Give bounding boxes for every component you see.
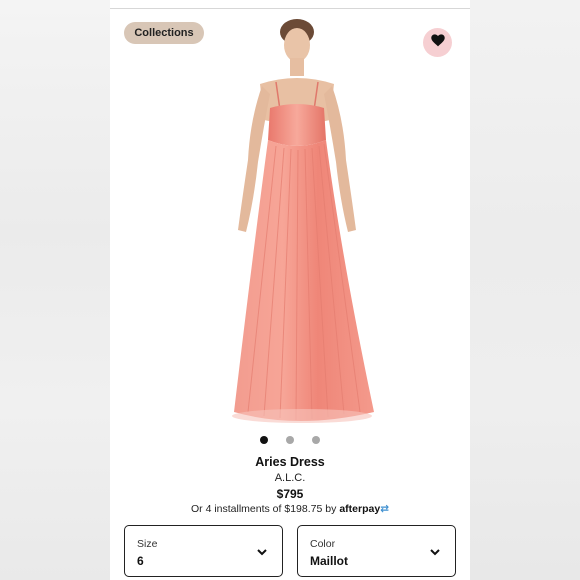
heart-icon — [430, 33, 445, 52]
chevron-down-icon — [256, 545, 268, 557]
product-price: $795 — [276, 487, 304, 501]
afterpay-wordmark: afterpay — [339, 503, 381, 515]
product-brand[interactable]: A.L.C. — [110, 472, 470, 484]
afterpay-logo[interactable]: afterpay⇄ — [339, 503, 389, 515]
carousel-dot[interactable] — [260, 436, 268, 444]
background-right — [470, 0, 580, 580]
product-image[interactable] — [130, 10, 450, 430]
background-left — [0, 0, 110, 580]
carousel-dots — [110, 436, 470, 446]
product-title: Aries Dress — [255, 455, 325, 469]
favorite-button[interactable] — [423, 28, 452, 57]
dress-illustration — [232, 19, 374, 423]
installments-text: Or 4 installments of $198.75 by — [190, 503, 337, 515]
carousel-dot[interactable] — [312, 436, 320, 444]
afterpay-installments: Or 4 installments of $198.75 by afterpay… — [110, 503, 470, 515]
color-label: Color — [310, 538, 336, 550]
divider — [110, 8, 470, 9]
afterpay-mark-icon: ⇄ — [380, 503, 389, 515]
collections-button[interactable]: Collections — [124, 22, 204, 44]
size-selector[interactable]: Size 6 — [124, 525, 283, 577]
size-label: Size — [137, 538, 158, 550]
color-value: Maillot — [310, 554, 348, 568]
size-value: 6 — [137, 554, 144, 568]
product-card: Collections Aries Dress A.L.C. $795 Or 4… — [110, 0, 470, 580]
chevron-down-icon — [429, 545, 441, 557]
color-selector[interactable]: Color Maillot — [297, 525, 456, 577]
carousel-dot[interactable] — [286, 436, 294, 444]
